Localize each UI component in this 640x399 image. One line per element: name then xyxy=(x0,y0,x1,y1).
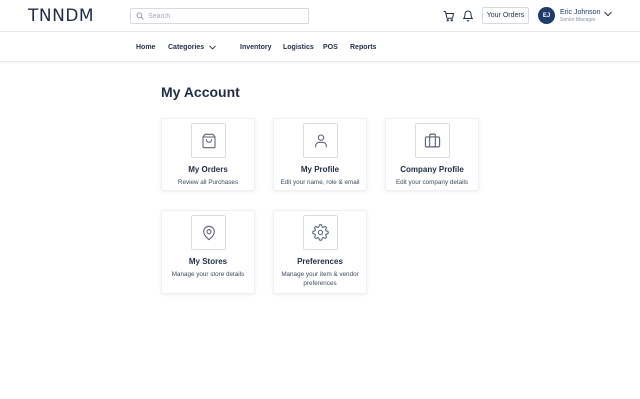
nav-item-logistics[interactable]: Logistics xyxy=(283,43,314,52)
gear-icon xyxy=(303,215,338,250)
page-title: My Account xyxy=(161,84,240,100)
chevron-down-icon[interactable] xyxy=(604,11,612,17)
nav-item-label: POS xyxy=(323,44,338,51)
location-pin-icon xyxy=(191,215,226,250)
your-orders-button[interactable]: Your Orders xyxy=(482,7,529,24)
nav-item-label: Reports xyxy=(350,44,377,51)
nav-item-inventory[interactable]: Inventory xyxy=(240,43,272,52)
nav-item-label: Logistics xyxy=(283,44,314,51)
bell-icon[interactable] xyxy=(461,9,475,23)
card-title: Preferences xyxy=(297,257,343,266)
nav-item-label: Categories xyxy=(168,44,205,51)
card-my-stores[interactable]: My Stores Manage your store details xyxy=(161,210,255,294)
nav-item-pos[interactable]: POS xyxy=(323,43,338,52)
card-title: Company Profile xyxy=(400,165,464,174)
user-name[interactable]: Eric Johnson xyxy=(560,8,600,17)
nav-item-categories[interactable]: Categories xyxy=(168,43,216,52)
card-title: My Profile xyxy=(300,165,340,174)
card-my-profile[interactable]: My Profile Edit your name, role & email xyxy=(273,118,367,191)
briefcase-icon xyxy=(415,123,450,158)
user-icon xyxy=(303,123,338,158)
nav-item-home[interactable]: Home xyxy=(136,43,155,52)
card-company-profile[interactable]: Company Profile Edit your company detail… xyxy=(385,118,479,191)
card-title: My Stores xyxy=(188,257,228,266)
card-my-orders[interactable]: My Orders Review all Purchases xyxy=(161,118,255,191)
nav-item-reports[interactable]: Reports xyxy=(350,43,376,52)
card-description: Manage your store details xyxy=(171,271,245,278)
main-nav: Home Categories Inventory Logistics POS … xyxy=(0,32,640,62)
card-title: My Orders xyxy=(188,165,228,174)
search-bar[interactable] xyxy=(130,8,309,24)
brand-logo[interactable]: TNNDM xyxy=(28,6,94,26)
user-avatar[interactable]: EJ xyxy=(538,7,555,24)
chevron-down-icon xyxy=(209,45,216,50)
nav-item-label: Home xyxy=(136,44,156,51)
search-icon xyxy=(136,12,144,20)
card-description: Manage your item & vendor preferences xyxy=(281,271,359,287)
card-preferences[interactable]: Preferences Manage your item & vendor pr… xyxy=(273,210,367,294)
nav-item-label: Inventory xyxy=(240,44,272,51)
user-role: Senior Manager xyxy=(560,17,596,23)
cart-icon[interactable] xyxy=(442,9,456,23)
card-description: Edit your name, role & email xyxy=(280,179,360,186)
search-input[interactable] xyxy=(148,12,298,20)
top-header: TNNDM Your Orders EJ Eric Johnson Senior… xyxy=(0,0,640,32)
card-description: Edit your company details xyxy=(395,179,469,186)
card-description: Review all Purchases xyxy=(177,179,239,186)
shopping-bag-icon xyxy=(191,123,226,158)
